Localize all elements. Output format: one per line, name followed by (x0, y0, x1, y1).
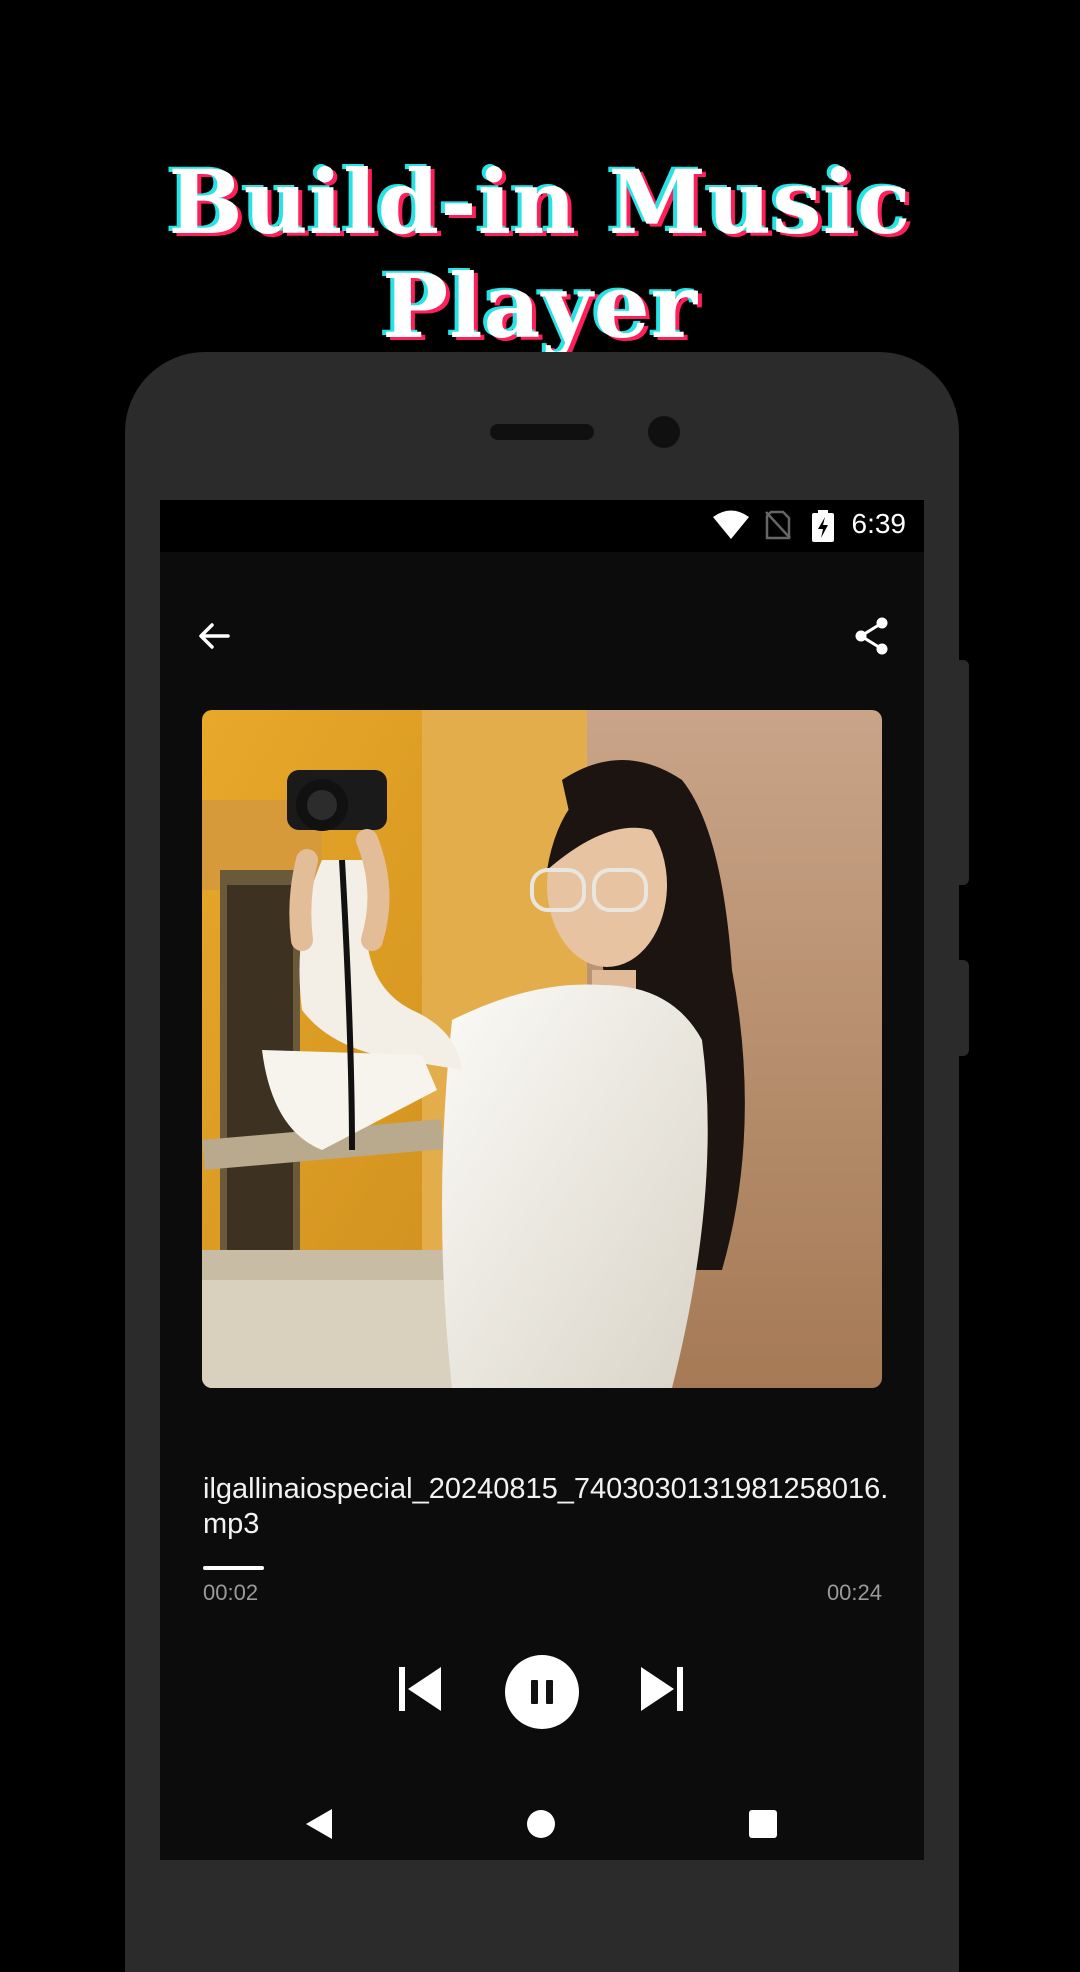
previous-button[interactable] (396, 1664, 446, 1714)
share-button[interactable] (848, 612, 896, 660)
nav-recents-button[interactable] (748, 1809, 778, 1839)
wifi-icon (713, 510, 749, 544)
phone-screen: 6:39 ilgallinaiospecial_20240815_7403030… (160, 500, 924, 1860)
track-title: ilgallinaiospecial_20240815_740303013198… (203, 1473, 889, 1540)
current-time: 00:02 (203, 1580, 259, 1605)
no-sim-icon (765, 510, 791, 544)
skip-previous-icon (399, 1667, 441, 1711)
pause-icon (505, 1655, 579, 1729)
album-artwork (202, 710, 882, 1388)
nav-back-icon (306, 1809, 332, 1839)
phone-speaker (490, 424, 594, 440)
phone-front-camera (648, 416, 680, 448)
skip-next-icon (641, 1667, 683, 1711)
arrow-back-icon (199, 623, 230, 649)
nav-recents-icon (749, 1810, 777, 1838)
nav-back-button[interactable] (302, 1806, 338, 1842)
seek-bar-progress (203, 1566, 265, 1570)
phone-power-button (957, 960, 969, 1056)
next-button[interactable] (636, 1664, 686, 1714)
battery-charging-icon (812, 510, 834, 546)
promo-headline: Build-in Music Player (168, 150, 912, 358)
back-button[interactable] (190, 612, 238, 660)
pause-button[interactable] (504, 1654, 580, 1730)
album-artwork-image (202, 710, 882, 1388)
total-time: 00:24 (826, 1580, 882, 1605)
nav-home-icon (527, 1810, 555, 1838)
phone-volume-button (957, 660, 969, 885)
seek-bar[interactable] (203, 1566, 881, 1570)
share-icon (855, 617, 888, 655)
status-time: 6:39 (851, 508, 907, 539)
status-bar: 6:39 (160, 500, 924, 552)
nav-home-button[interactable] (525, 1808, 557, 1840)
